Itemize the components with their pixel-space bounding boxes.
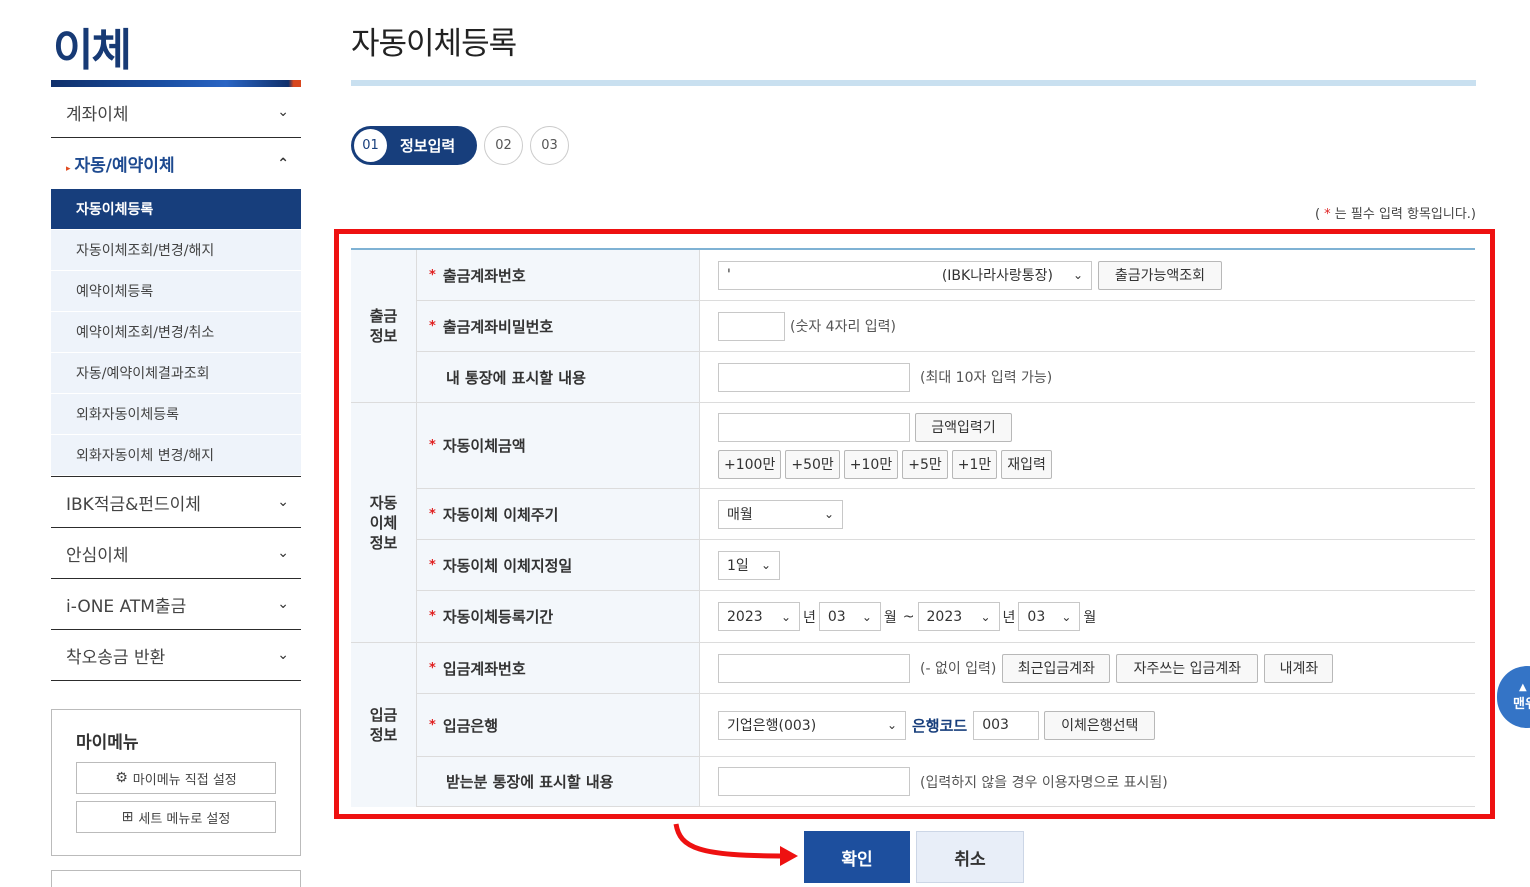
nav-item-ibk-savings-fund[interactable]: IBK적금&펀드이체 ⌄ (51, 477, 301, 528)
gear-icon: ⚙ (115, 770, 128, 786)
step-3: 03 (530, 126, 569, 165)
highlight-frame (334, 229, 1495, 819)
nav-item-safe-transfer[interactable]: 안심이체 ⌄ (51, 528, 301, 579)
chevron-down-icon: ⌄ (277, 647, 289, 663)
mymenu-title: 마이메뉴 (76, 733, 139, 753)
step-1-number: 01 (354, 129, 387, 162)
nav-item-label: 착오송금 반환 (66, 647, 166, 668)
pointer-arrow-icon (673, 823, 798, 866)
required-star: * (1324, 207, 1331, 222)
grid-icon: ⊞ (121, 809, 134, 825)
chevron-down-icon: ⌄ (277, 545, 289, 561)
chevron-down-icon: ⌄ (277, 104, 289, 120)
nav-item-auto-reserved-transfer[interactable]: ▸ 자동/예약이체 ⌃ (51, 138, 301, 189)
step-indicator: 01 정보입력 02 03 (351, 126, 569, 165)
chevron-down-icon: ⌄ (277, 494, 289, 510)
sidebar-nav: 계좌이체 ⌄ ▸ 자동/예약이체 ⌃ 자동이체등록 자동이체조회/변경/해지 예약… (51, 87, 301, 681)
chevron-down-icon: ⌄ (277, 596, 289, 612)
step-1-label: 정보입력 (400, 137, 456, 155)
title-divider (351, 80, 1476, 86)
nav-item-account-transfer[interactable]: 계좌이체 ⌄ (51, 87, 301, 138)
subnav: 자동이체등록 자동이체조회/변경/해지 예약이체등록 예약이체조회/변경/취소 … (51, 189, 301, 477)
subnav-item-fx-auto-register[interactable]: 외화자동이체등록 (51, 394, 301, 435)
scroll-to-top-button[interactable]: ▲ 맨위 (1497, 666, 1530, 728)
subnav-item-fx-auto-change[interactable]: 외화자동이체 변경/해지 (51, 435, 301, 476)
subnav-item-auto-transfer-inquiry[interactable]: 자동이체조회/변경/해지 (51, 230, 301, 271)
nav-item-label: 안심이체 (66, 545, 129, 566)
mymenu-set-menu-button[interactable]: ⊞ 세트 메뉴로 설정 (76, 801, 276, 833)
nav-item-label: IBK적금&펀드이체 (66, 494, 201, 515)
subnav-item-reserved-transfer-inquiry[interactable]: 예약이체조회/변경/취소 (51, 312, 301, 353)
step-2: 02 (484, 126, 523, 165)
step-1-active: 01 정보입력 (351, 126, 477, 165)
nav-item-label: 계좌이체 (66, 104, 129, 125)
section-title: 이체 (53, 25, 132, 76)
chevron-up-icon: ⌃ (277, 155, 289, 172)
arrow-up-icon: ▲ (1519, 682, 1527, 693)
confirm-button[interactable]: 확인 (804, 831, 910, 883)
required-note: ( * 는 필수 입력 항목입니다.) (1314, 207, 1476, 222)
mymenu-direct-setting-button[interactable]: ⚙ 마이메뉴 직접 설정 (76, 762, 276, 794)
subnav-item-reserved-transfer-register[interactable]: 예약이체등록 (51, 271, 301, 312)
bottom-box (51, 870, 301, 887)
subnav-item-transfer-result[interactable]: 자동/예약이체결과조회 (51, 353, 301, 394)
nav-item-mistaken-remittance[interactable]: 착오송금 반환 ⌄ (51, 630, 301, 681)
subnav-item-auto-transfer-register[interactable]: 자동이체등록 (51, 189, 301, 230)
form-actions: 확인 취소 (804, 831, 1024, 883)
page-title: 자동이체등록 (351, 26, 517, 62)
title-bar (51, 80, 301, 87)
nav-item-label: 자동/예약이체 (74, 156, 175, 176)
caret-right-icon: ▸ (66, 164, 71, 174)
nav-item-label: i-ONE ATM출금 (66, 596, 187, 617)
cancel-button[interactable]: 취소 (916, 831, 1024, 883)
mymenu-box: 마이메뉴 ⚙ 마이메뉴 직접 설정 ⊞ 세트 메뉴로 설정 (51, 709, 301, 856)
nav-item-ione-atm[interactable]: i-ONE ATM출금 ⌄ (51, 579, 301, 630)
